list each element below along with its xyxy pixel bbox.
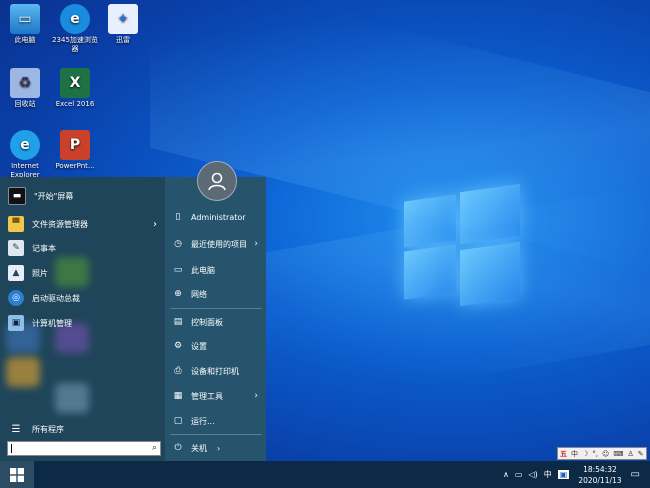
computer-icon: ▭ (173, 265, 183, 275)
desktop-icon-2345-browser[interactable]: e 2345加速浏览器 (50, 4, 100, 54)
excel-icon: X (60, 68, 90, 98)
notification-icon[interactable]: ▭ (631, 469, 640, 480)
chevron-right-icon: › (254, 239, 258, 249)
network-icon[interactable]: ▭ (515, 470, 523, 479)
start-item-driver[interactable]: ◎ 启动驱动总裁 (0, 287, 165, 309)
start-item-network[interactable]: ⊕ 网络 (165, 283, 266, 305)
desktop-icon-ie[interactable]: e Internet Explorer (0, 130, 50, 180)
start-item-control-panel[interactable]: ▤ 控制面板 (165, 311, 266, 333)
control-panel-icon: ▤ (173, 317, 183, 327)
start-item-computer-management[interactable]: ▣ 计算机管理 (0, 312, 165, 334)
system-tray: ∧ ▭ ◁) 中 ▣ 18:54:32 2020/11/13 ▭ (500, 461, 650, 488)
computer-management-icon: ▣ (8, 315, 24, 331)
wrench-icon: ✎ (637, 449, 644, 458)
folder-icon: ▀ (8, 216, 24, 232)
input-method-indicator[interactable]: 中 (544, 469, 552, 480)
start-all-programs[interactable]: ☰ 所有程序 (0, 418, 165, 440)
start-item-notepad[interactable]: ✎ 记事本 (0, 237, 165, 259)
start-item-administrator[interactable]: ▯ Administrator (165, 206, 266, 228)
list-icon: ☰ (11, 423, 21, 435)
windows-icon (10, 467, 24, 482)
ime-toolbar[interactable]: 五 中 ☽ °, ☺ ⌨ ♙ ✎ (557, 447, 647, 460)
clock[interactable]: 18:54:32 2020/11/13 (578, 464, 621, 486)
start-item-photos[interactable]: ▲ 照片 (0, 262, 165, 284)
punctuation-icon: °, (592, 449, 599, 458)
start-button[interactable] (0, 461, 34, 488)
start-item-file-explorer[interactable]: ▀ 文件资源管理器 › (0, 213, 165, 235)
desktop-icon-this-pc[interactable]: ▭ 此电脑 (0, 4, 50, 45)
powerpoint-icon: P (60, 130, 90, 160)
avatar[interactable] (197, 161, 237, 201)
search-icon: ⌕ (151, 443, 157, 453)
volume-icon[interactable]: ◁) (528, 470, 537, 479)
user-icon (208, 172, 226, 191)
ime-icon[interactable]: ▣ (557, 470, 570, 479)
computer-icon: ▭ (10, 4, 40, 34)
browser-icon: e (60, 4, 90, 34)
user-icon: ♙ (627, 449, 634, 458)
start-item-start-screen[interactable]: ▬ "开始"屏幕 (0, 185, 165, 207)
chevron-right-icon: › (254, 391, 258, 401)
power-icon: ⏻ (174, 443, 182, 453)
start-item-settings[interactable]: ⚙ 设置 (165, 335, 266, 357)
run-icon: ▢ (173, 416, 183, 426)
start-item-recent[interactable]: ◷ 最近使用的项目 › (165, 233, 266, 255)
recycle-bin-icon: ♻ (10, 68, 40, 98)
desktop-icon-excel[interactable]: X Excel 2016 (50, 68, 100, 109)
start-item-run[interactable]: ▢ 运行... (165, 410, 266, 432)
start-item-this-pc[interactable]: ▭ 此电脑 (165, 259, 266, 281)
chevron-up-icon[interactable]: ∧ (503, 470, 509, 479)
start-screen-icon: ▬ (8, 187, 26, 205)
desktop-icon-recycle-bin[interactable]: ♻ 回收站 (0, 68, 50, 109)
clock-icon: ◷ (174, 239, 182, 249)
driver-icon: ◎ (8, 290, 24, 306)
ime-logo-icon: 五 (560, 449, 567, 458)
tools-icon: ▦ (173, 391, 183, 401)
printer-icon: ⎙ (174, 366, 182, 376)
keyboard-icon: ⌨ (613, 449, 624, 458)
gear-icon: ⚙ (173, 341, 183, 351)
photos-icon: ▲ (8, 265, 24, 281)
ie-icon: e (10, 130, 40, 160)
desktop-icon-xunlei[interactable]: ✦ 迅雷 (98, 4, 148, 45)
desktop-icon-powerpoint[interactable]: P PowerPnt... (50, 130, 100, 171)
network-icon: ⊕ (174, 289, 182, 299)
smile-icon: ☺ (602, 449, 610, 458)
xunlei-icon: ✦ (108, 4, 138, 34)
taskbar: ∧ ▭ ◁) 中 ▣ 18:54:32 2020/11/13 ▭ (0, 461, 650, 488)
moon-icon: ☽ (582, 449, 589, 458)
user-icon: ▯ (175, 212, 181, 222)
start-shutdown-button[interactable]: ⏻ 关机 › (165, 437, 266, 459)
chevron-right-icon: › (153, 218, 157, 230)
notepad-icon: ✎ (8, 240, 24, 256)
chevron-right-icon: › (217, 443, 221, 453)
start-item-admin-tools[interactable]: ▦ 管理工具 › (165, 385, 266, 407)
start-item-devices-printers[interactable]: ⎙ 设备和打印机 (165, 360, 266, 382)
start-search-input[interactable]: ⌕ (7, 441, 161, 456)
windows-logo-wallpaper (404, 183, 522, 307)
